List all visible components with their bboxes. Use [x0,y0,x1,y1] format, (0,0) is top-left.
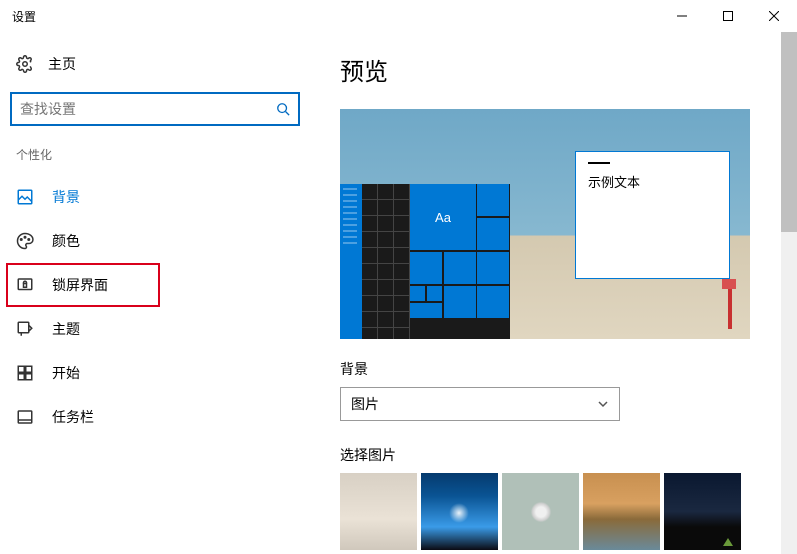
sidebar-item-taskbar[interactable]: 任务栏 [0,395,310,439]
gear-icon [16,55,34,73]
preview-tile-aa: Aa [410,184,476,250]
sample-text: 示例文本 [588,175,640,190]
home-button[interactable]: 主页 [0,44,310,84]
picture-thumbnail-5[interactable] [664,473,741,550]
sidebar-item-label: 颜色 [52,231,80,251]
sidebar-item-label: 开始 [52,363,80,383]
lockscreen-icon [16,276,34,294]
scrollbar-thumb[interactable] [781,32,797,232]
background-dropdown[interactable]: 图片 [340,387,620,421]
sidebar-item-background[interactable]: 背景 [0,175,310,219]
sidebar-item-label: 锁屏界面 [52,275,108,295]
search-input-container[interactable] [10,92,300,126]
search-icon [276,102,290,116]
sidebar-item-themes[interactable]: 主题 [0,307,310,351]
window-title: 设置 [12,8,36,25]
preview-notification: 示例文本 [575,151,730,279]
choose-picture-label: 选择图片 [340,445,767,465]
taskbar-icon [16,408,34,426]
close-button[interactable] [751,0,797,32]
picture-thumbnail-3[interactable] [502,473,579,550]
sidebar-item-label: 背景 [52,187,80,207]
desktop-preview: Aa 示例文本 [340,109,750,339]
start-icon [16,364,34,382]
chevron-down-icon [597,398,609,410]
home-label: 主页 [48,54,76,74]
sidebar-item-lockscreen[interactable]: 锁屏界面 [6,263,160,307]
maximize-button[interactable] [705,0,751,32]
sidebar-item-label: 主题 [52,319,80,339]
category-label: 个性化 [0,146,310,175]
scrollbar[interactable] [781,32,797,554]
minimize-button[interactable] [659,0,705,32]
palette-icon [16,232,34,250]
sidebar-item-start[interactable]: 开始 [0,351,310,395]
preview-heading: 预览 [340,52,767,87]
theme-icon [16,320,34,338]
sidebar-item-label: 任务栏 [52,407,94,427]
sidebar-item-colors[interactable]: 颜色 [0,219,310,263]
background-label: 背景 [340,359,767,379]
search-input[interactable] [20,101,276,117]
dropdown-value: 图片 [351,394,597,414]
picture-thumbnail-1[interactable] [340,473,417,550]
picture-icon [16,188,34,206]
picture-thumbnail-4[interactable] [583,473,660,550]
picture-thumbnail-2[interactable] [421,473,498,550]
